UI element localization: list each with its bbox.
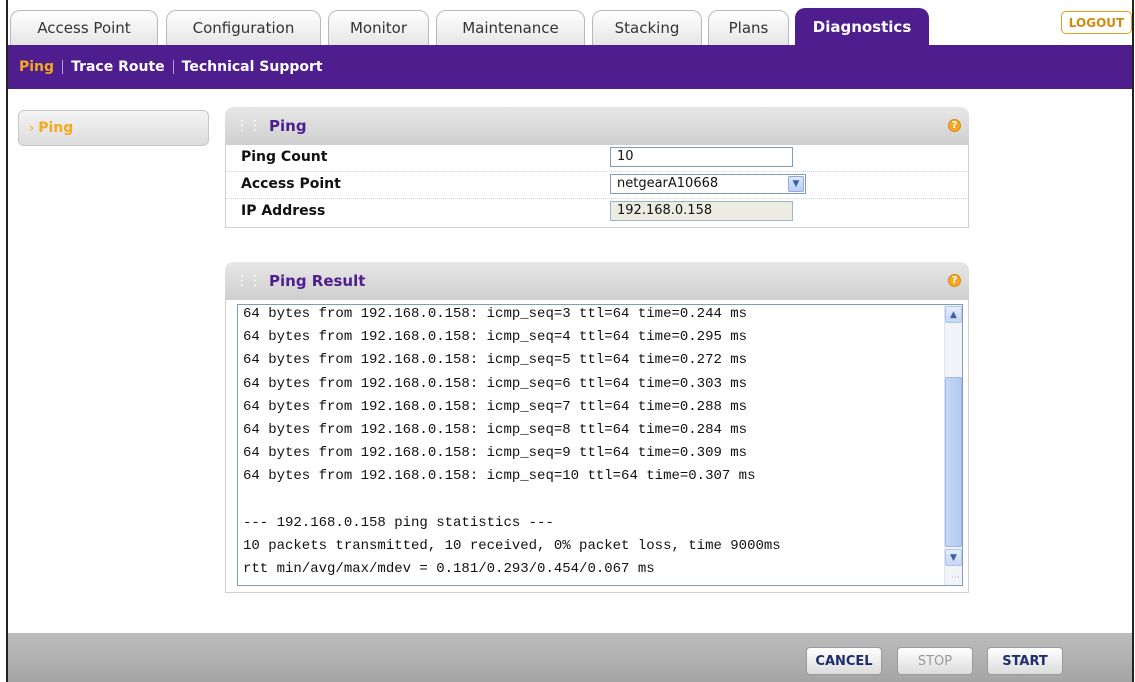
ping-result-textarea[interactable]: 64 bytes from 192.168.0.158: icmp_seq=3 … [237,304,963,586]
ping-panel-body: Ping Count 10 Access Point netgearA10668… [225,145,969,228]
sub-navigation-bar: Ping Trace Route Technical Support [8,45,1132,89]
chevron-right-icon: › [29,120,35,136]
ip-address-field: 192.168.0.158 [610,201,793,221]
ping-result-output: 64 bytes from 192.168.0.158: icmp_seq=3 … [243,306,781,578]
ping-result-title: Ping Result [269,272,366,290]
ping-panel-header: ⋮⋮ Ping ? [225,107,969,145]
cancel-button[interactable]: CANCEL [806,647,882,675]
drag-grip-icon: ⋮⋮ [235,273,262,289]
ip-address-label: IP Address [241,203,326,219]
stop-button[interactable]: STOP [897,647,973,675]
access-point-select[interactable]: netgearA10668 ▼ [610,174,806,194]
scroll-up-icon[interactable]: ▲ [945,306,962,323]
tab-configuration[interactable]: Configuration [166,10,321,45]
scrollbar-thumb[interactable] [945,377,962,547]
chevron-down-icon[interactable]: ▼ [788,176,804,192]
tab-monitor[interactable]: Monitor [328,10,429,45]
access-point-row: Access Point netgearA10668 ▼ [226,172,968,199]
ping-result-body: 64 bytes from 192.168.0.158: icmp_seq=3 … [225,300,969,593]
leftnav-item-ping[interactable]: › Ping [18,110,209,146]
start-button[interactable]: START [987,647,1063,675]
help-icon[interactable]: ? [948,274,961,287]
leftnav-item-label: Ping [38,120,74,136]
tab-diagnostics[interactable]: Diagnostics [795,8,929,45]
ping-count-row: Ping Count 10 [226,145,968,172]
bottom-action-bar: CANCEL STOP START [8,633,1132,682]
ip-address-row: IP Address 192.168.0.158 [226,199,968,225]
tab-access-point[interactable]: Access Point [10,10,158,45]
drag-grip-icon: ⋮⋮ [235,118,262,134]
resize-grip-icon[interactable]: ⋯ [951,573,960,583]
ping-count-input[interactable]: 10 [610,147,793,167]
subnav-ping[interactable]: Ping [11,59,62,75]
subnav-technical-support[interactable]: Technical Support [174,59,331,75]
vertical-scrollbar[interactable]: ▲ ▼ [944,305,962,585]
subnav-trace-route[interactable]: Trace Route [63,59,173,75]
tab-plans[interactable]: Plans [708,10,789,45]
ping-panel-title: Ping [269,117,307,135]
tab-maintenance[interactable]: Maintenance [436,10,585,45]
help-icon[interactable]: ? [948,119,961,132]
access-point-value: netgearA10668 [617,176,719,191]
top-tab-bar: Access Point Configuration Monitor Maint… [8,0,1132,45]
ping-result-panel: ⋮⋮ Ping Result ? 64 bytes from 192.168.0… [225,262,969,593]
ping-result-header: ⋮⋮ Ping Result ? [225,262,969,300]
logout-button[interactable]: LOGOUT [1061,11,1132,34]
tab-stacking[interactable]: Stacking [592,10,702,45]
ping-panel: ⋮⋮ Ping ? Ping Count 10 Access Point net… [225,107,969,228]
ping-count-label: Ping Count [241,149,328,165]
scroll-down-icon[interactable]: ▼ [945,549,962,566]
access-point-label: Access Point [241,176,341,192]
